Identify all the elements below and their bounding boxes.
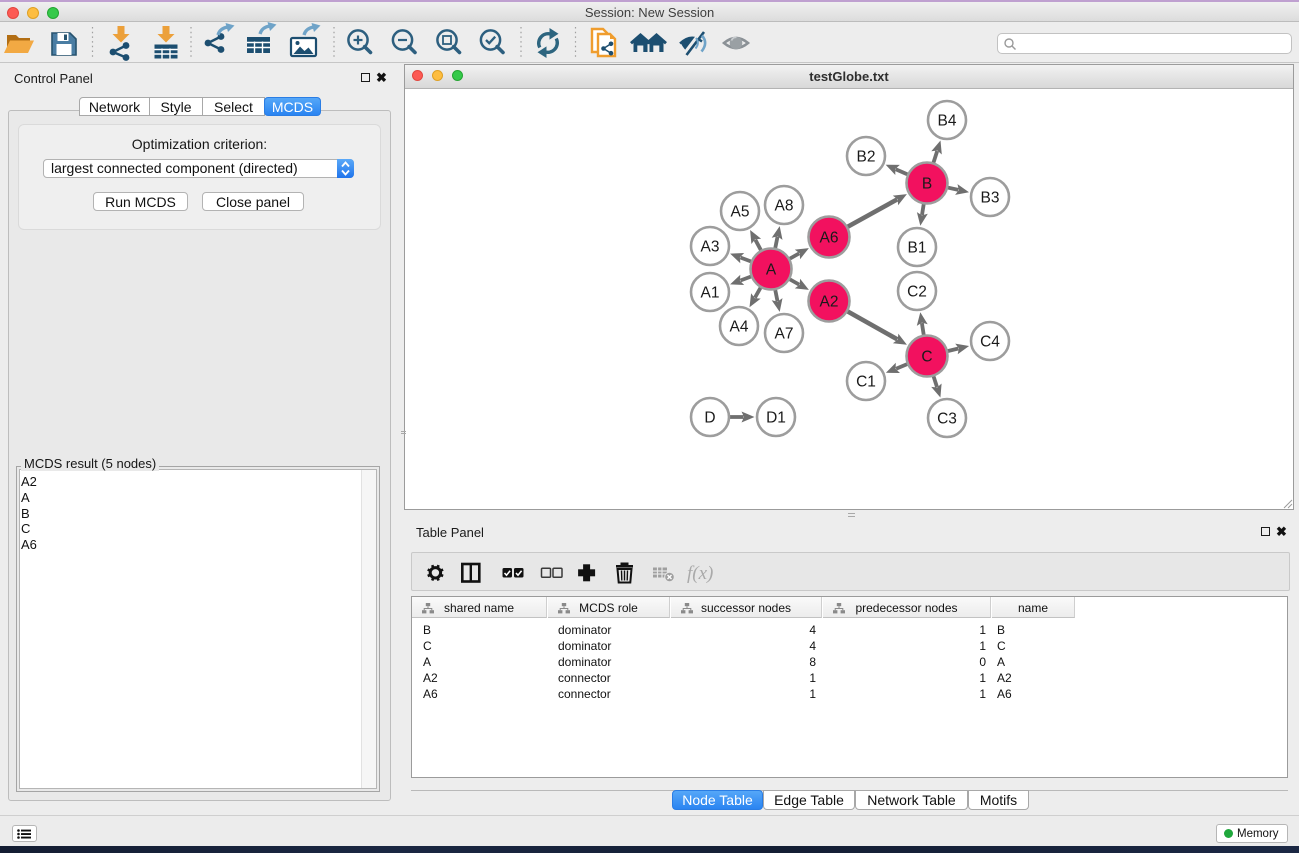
svg-text:C3: C3 [937, 411, 957, 428]
svg-text:A8: A8 [775, 198, 794, 215]
svg-text:A: A [766, 262, 777, 279]
svg-text:C: C [921, 349, 932, 366]
svg-text:B1: B1 [908, 240, 927, 257]
svg-text:A2: A2 [820, 294, 839, 311]
svg-text:D1: D1 [766, 410, 786, 427]
svg-text:A7: A7 [775, 326, 794, 343]
svg-text:C4: C4 [980, 334, 1000, 351]
svg-text:B4: B4 [938, 113, 957, 130]
svg-text:A5: A5 [731, 204, 750, 221]
svg-text:B2: B2 [857, 149, 876, 166]
svg-text:B3: B3 [981, 190, 1000, 207]
svg-text:D: D [704, 410, 715, 427]
svg-text:C1: C1 [856, 374, 876, 391]
svg-text:B: B [922, 176, 932, 193]
svg-text:A6: A6 [820, 230, 839, 247]
svg-text:f(x): f(x) [687, 563, 713, 584]
svg-text:C2: C2 [907, 284, 927, 301]
svg-text:A1: A1 [701, 285, 720, 302]
svg-text:A4: A4 [730, 319, 749, 336]
svg-text:A3: A3 [701, 239, 720, 256]
